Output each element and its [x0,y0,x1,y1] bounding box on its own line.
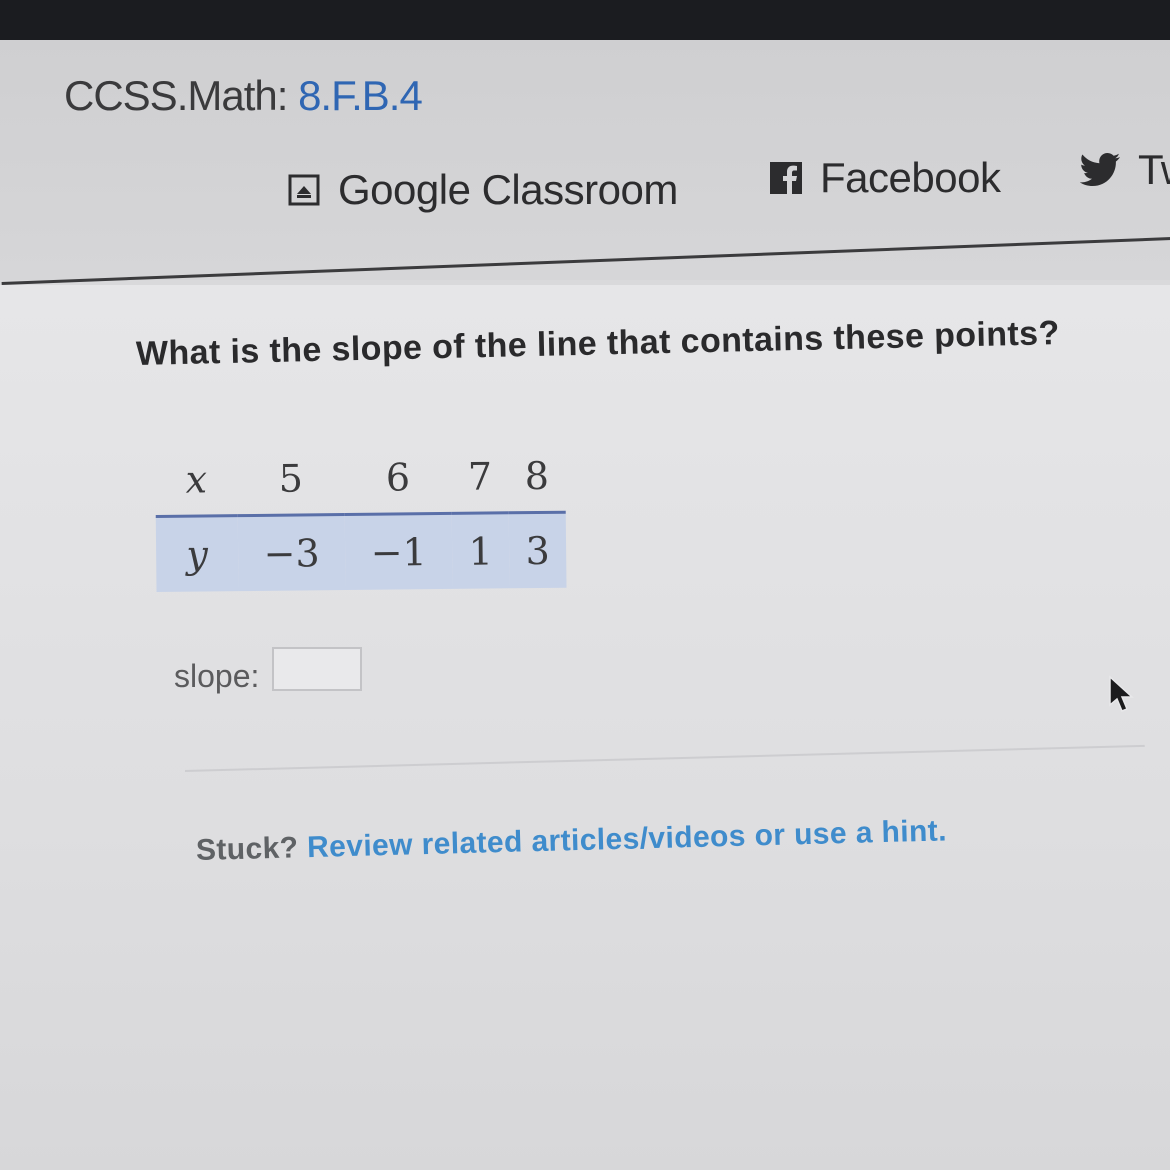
share-facebook-label: Facebook [820,154,1001,201]
facebook-icon [770,162,802,194]
twitter-icon [1080,153,1120,186]
slope-label: slope: [174,658,260,694]
points-table: x 5 6 7 8 y −3 −1 1 3 [155,440,567,592]
points-data-table: x 5 6 7 8 y −3 −1 1 3 [155,440,567,592]
table-cell-y-2: −1 [344,513,453,591]
share-google-classroom-label: Google Classroom [338,166,678,213]
slope-input[interactable] [272,647,362,691]
hint-prefix: Stuck? [195,831,308,867]
standard-prefix: CCSS.Math: [64,72,299,119]
y-variable-label: y [155,515,239,592]
mouse-cursor-icon [1109,675,1134,712]
table-cell-y-3: 1 [451,512,510,589]
table-cell-y-1: −3 [237,514,346,592]
table-cell-x-2: 6 [344,441,452,515]
table-row-y: y −3 −1 1 3 [155,512,567,592]
share-twitter-button[interactable]: Tw [1080,146,1170,194]
share-facebook-button[interactable]: Facebook [770,154,1001,202]
standard-code-link[interactable]: 8.F.B.4 [298,72,423,119]
share-twitter-label: Tw [1138,146,1170,193]
table-cell-x-4: 8 [508,440,566,513]
table-cell-x-1: 5 [236,443,345,516]
table-cell-x-3: 7 [451,441,509,514]
table-cell-y-4: 3 [508,512,567,589]
table-row-x: x 5 6 7 8 [155,440,566,517]
exercise-panel [0,285,1170,1170]
x-variable-label: x [155,444,238,517]
share-google-classroom-button[interactable]: Google Classroom [288,166,678,214]
standard-label: CCSS.Math: 8.F.B.4 [64,72,423,120]
google-classroom-icon [288,174,320,206]
top-bar [0,0,1170,40]
